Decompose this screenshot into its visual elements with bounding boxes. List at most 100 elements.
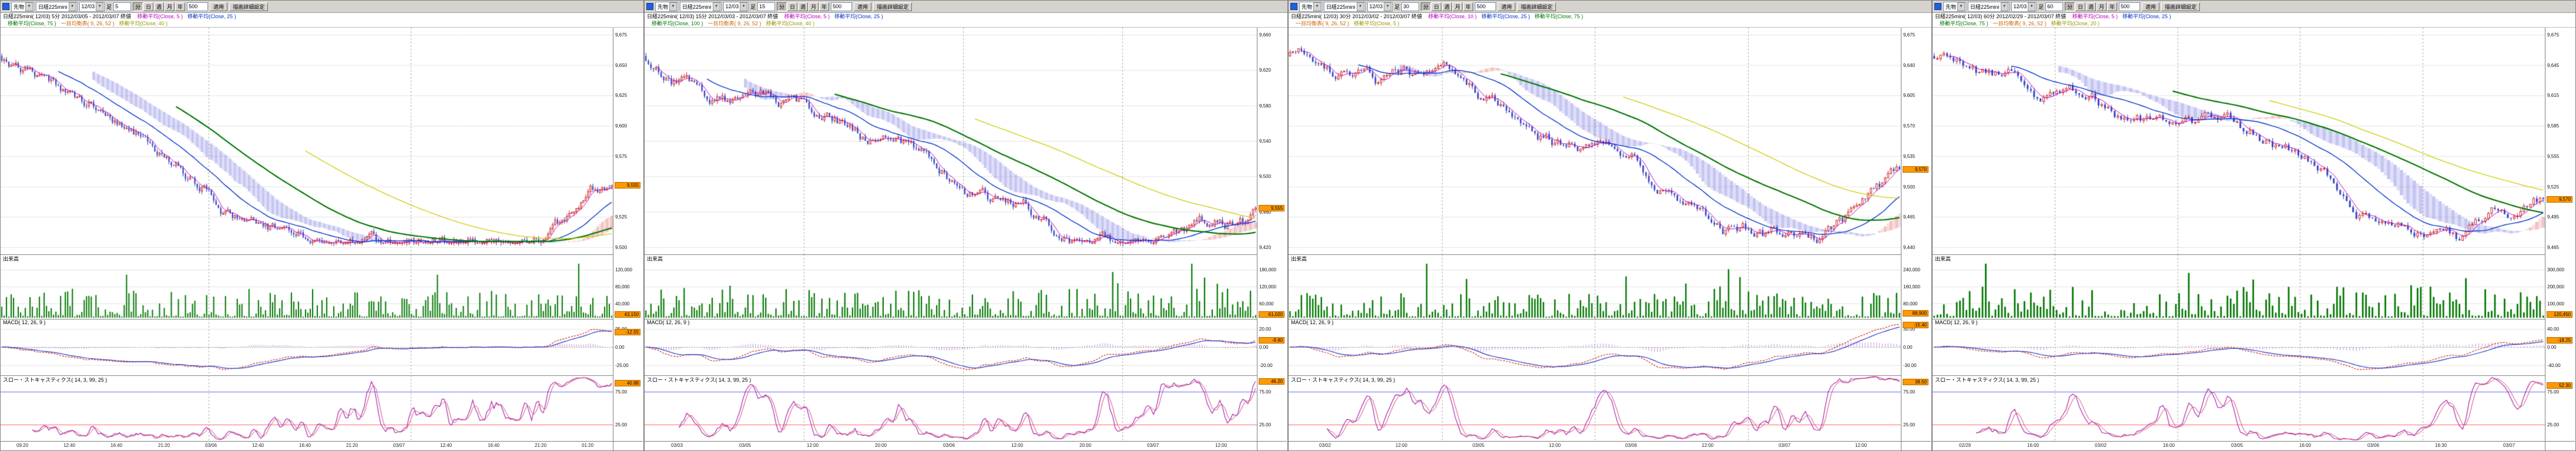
period-button[interactable]: 年	[2107, 2, 2117, 11]
category-select[interactable]: 先物 ▼	[655, 2, 678, 12]
time-axis-labels: 03/0212:0003/0512:0003/0612:0003/0712:00	[1289, 441, 1901, 450]
drawing-detail-settings-button[interactable]: 描画詳細設定	[1517, 2, 1556, 11]
bars-count-input[interactable]	[1475, 2, 1496, 11]
legend-series-title: 日経225mini( 12/03) 15分 2012/03/03 - 2012/…	[647, 14, 778, 19]
bars-count-input[interactable]	[2119, 2, 2140, 11]
stoch-chart-canvas	[645, 375, 1257, 441]
axis-tick-label: 9,625	[615, 93, 627, 98]
axis-tick-label: 9,575	[615, 154, 627, 159]
time-axis: 02/2916:0003/0216:0003/0516:0003/0616:30…	[1933, 441, 2575, 450]
stochastics-label: スロー・ストキャスティクス( 14, 3, 99, 25 )	[1935, 376, 2039, 383]
contract-month-select[interactable]: 12/03 ▼	[1367, 2, 1393, 12]
app-icon	[646, 3, 653, 10]
apply-button[interactable]: 適用	[1498, 2, 1515, 11]
volume-section: 120,00080,00040,00043,150出来高	[1, 254, 643, 319]
period-button[interactable]: 分	[1421, 2, 1431, 11]
period-button[interactable]: 日	[143, 2, 153, 11]
legend-items-row2: 移動平均(Close, 75 )一目均衡表( 9, 26, 52 )移動平均(C…	[3, 21, 167, 26]
interval-input[interactable]	[757, 2, 775, 11]
macd-label: MACD( 12, 26, 9 )	[647, 319, 690, 325]
bars-count-input[interactable]	[831, 2, 852, 11]
drawing-detail-settings-button[interactable]: 描画詳細設定	[2161, 2, 2200, 11]
category-select[interactable]: 先物 ▼	[1943, 2, 1966, 12]
interval-input[interactable]	[113, 2, 131, 11]
current-value-box: 9,555	[1259, 205, 1284, 211]
axis-tick-label: 200,000	[2547, 284, 2564, 290]
axis-tick-label: 9,580	[1259, 103, 1271, 109]
apply-button[interactable]: 適用	[2142, 2, 2159, 11]
time-axis-label: 16:40	[110, 443, 122, 448]
macd-value-axis: 40.000.00-40.00-18.25	[2545, 319, 2575, 375]
axis-tick-label: 75.00	[615, 389, 627, 395]
current-value-box: 120,450	[2547, 311, 2572, 318]
time-axis-labels: 09:2012:4016:4021:2003/0612:4016:4021:20…	[1, 441, 613, 450]
legend-items-row1: 移動平均(Close, 5 )移動平均(Close, 25 )	[2068, 14, 2171, 19]
chevron-down-icon: ▼	[1384, 2, 1391, 11]
main-chart-canvas	[1, 28, 613, 254]
axis-corner	[613, 441, 643, 450]
current-value-box: -15.40	[1903, 322, 1928, 328]
period-button[interactable]: 月	[165, 2, 175, 11]
period-button[interactable]: 週	[1442, 2, 1452, 11]
instrument-select[interactable]: 日経225mini ▼	[680, 2, 722, 12]
volume-value-axis: 180,000120,00060,00061,020	[1257, 254, 1287, 319]
apply-button[interactable]: 適用	[210, 2, 227, 11]
axis-tick-label: 9,660	[1259, 32, 1271, 38]
volume-section: 300,000200,000100,000120,450出来高	[1933, 254, 2575, 319]
period-button[interactable]: 月	[1453, 2, 1463, 11]
volume-section: 240,000160,00080,00088,900出来高	[1289, 254, 1931, 319]
category-select[interactable]: 先物 ▼	[1299, 2, 1322, 12]
contract-month-select[interactable]: 12/03 ▼	[2011, 2, 2037, 12]
app-icon	[1290, 3, 1297, 10]
period-button[interactable]: 年	[819, 2, 829, 11]
instrument-select[interactable]: 日経225mini ▼	[1324, 2, 1366, 12]
contract-month-select[interactable]: 12/03 ▼	[79, 2, 105, 12]
category-select[interactable]: 先物 ▼	[11, 2, 34, 12]
axis-tick-label: 9,500	[1903, 184, 1915, 190]
current-value-box: 43,150	[615, 311, 640, 318]
instrument-select[interactable]: 日経225mini ▼	[1968, 2, 2010, 12]
apply-button[interactable]: 適用	[854, 2, 871, 11]
category-select-value: 先物	[658, 3, 668, 11]
current-value-box: 9,570	[2547, 196, 2572, 203]
period-button[interactable]: 月	[809, 2, 819, 11]
legend-item: 移動平均(Close, 40 )	[766, 21, 815, 26]
period-button[interactable]: 分	[2065, 2, 2075, 11]
axis-tick-label: 300,000	[2547, 267, 2564, 272]
volume-chart-canvas	[1, 254, 613, 319]
chevron-down-icon: ▼	[2028, 2, 2035, 11]
period-button[interactable]: 月	[2097, 2, 2107, 11]
period-button[interactable]: 週	[798, 2, 808, 11]
period-button[interactable]: 週	[154, 2, 164, 11]
instrument-select[interactable]: 日経225mini ▼	[36, 2, 78, 12]
contract-month-value: 12/03	[82, 4, 95, 9]
period-button[interactable]: 分	[777, 2, 787, 11]
drawing-detail-settings-button[interactable]: 描画詳細設定	[229, 2, 268, 11]
axis-tick-label: 240,000	[1903, 267, 1920, 272]
period-button[interactable]: 日	[1431, 2, 1441, 11]
interval-input[interactable]	[1401, 2, 1419, 11]
period-button[interactable]: 分	[133, 2, 143, 11]
axis-tick-label: 9,420	[1259, 245, 1271, 250]
toolbar: 先物 ▼ 日経225mini ▼ 12/03 ▼ 足 分日週月年 適用 描画詳細…	[1933, 1, 2575, 13]
time-axis-label: 03/07	[1779, 443, 1790, 448]
drawing-detail-settings-button[interactable]: 描画詳細設定	[873, 2, 912, 11]
period-button[interactable]: 日	[2075, 2, 2085, 11]
axis-tick-label: 9,540	[1259, 139, 1271, 144]
main-chart-canvas	[1933, 28, 2545, 254]
macd-label: MACD( 12, 26, 9 )	[1291, 319, 1334, 325]
period-button[interactable]: 日	[787, 2, 797, 11]
time-axis-label: 03/07	[1147, 443, 1159, 448]
axis-tick-label: 75.00	[1903, 389, 1915, 395]
interval-input[interactable]	[2045, 2, 2063, 11]
time-axis-label: 12:00	[1215, 443, 1227, 448]
period-button[interactable]: 年	[175, 2, 185, 11]
bars-count-input[interactable]	[187, 2, 208, 11]
axis-tick-label: 160,000	[1903, 284, 1920, 290]
time-axis-label: 03/06	[205, 443, 217, 448]
period-button[interactable]: 年	[1463, 2, 1473, 11]
contract-month-select[interactable]: 12/03 ▼	[723, 2, 749, 12]
stoch-section: 75.0025.0040.88スロー・ストキャスティクス( 14, 3, 99,…	[1, 375, 643, 441]
period-button[interactable]: 週	[2086, 2, 2096, 11]
axis-tick-label: 75.00	[1259, 389, 1271, 395]
